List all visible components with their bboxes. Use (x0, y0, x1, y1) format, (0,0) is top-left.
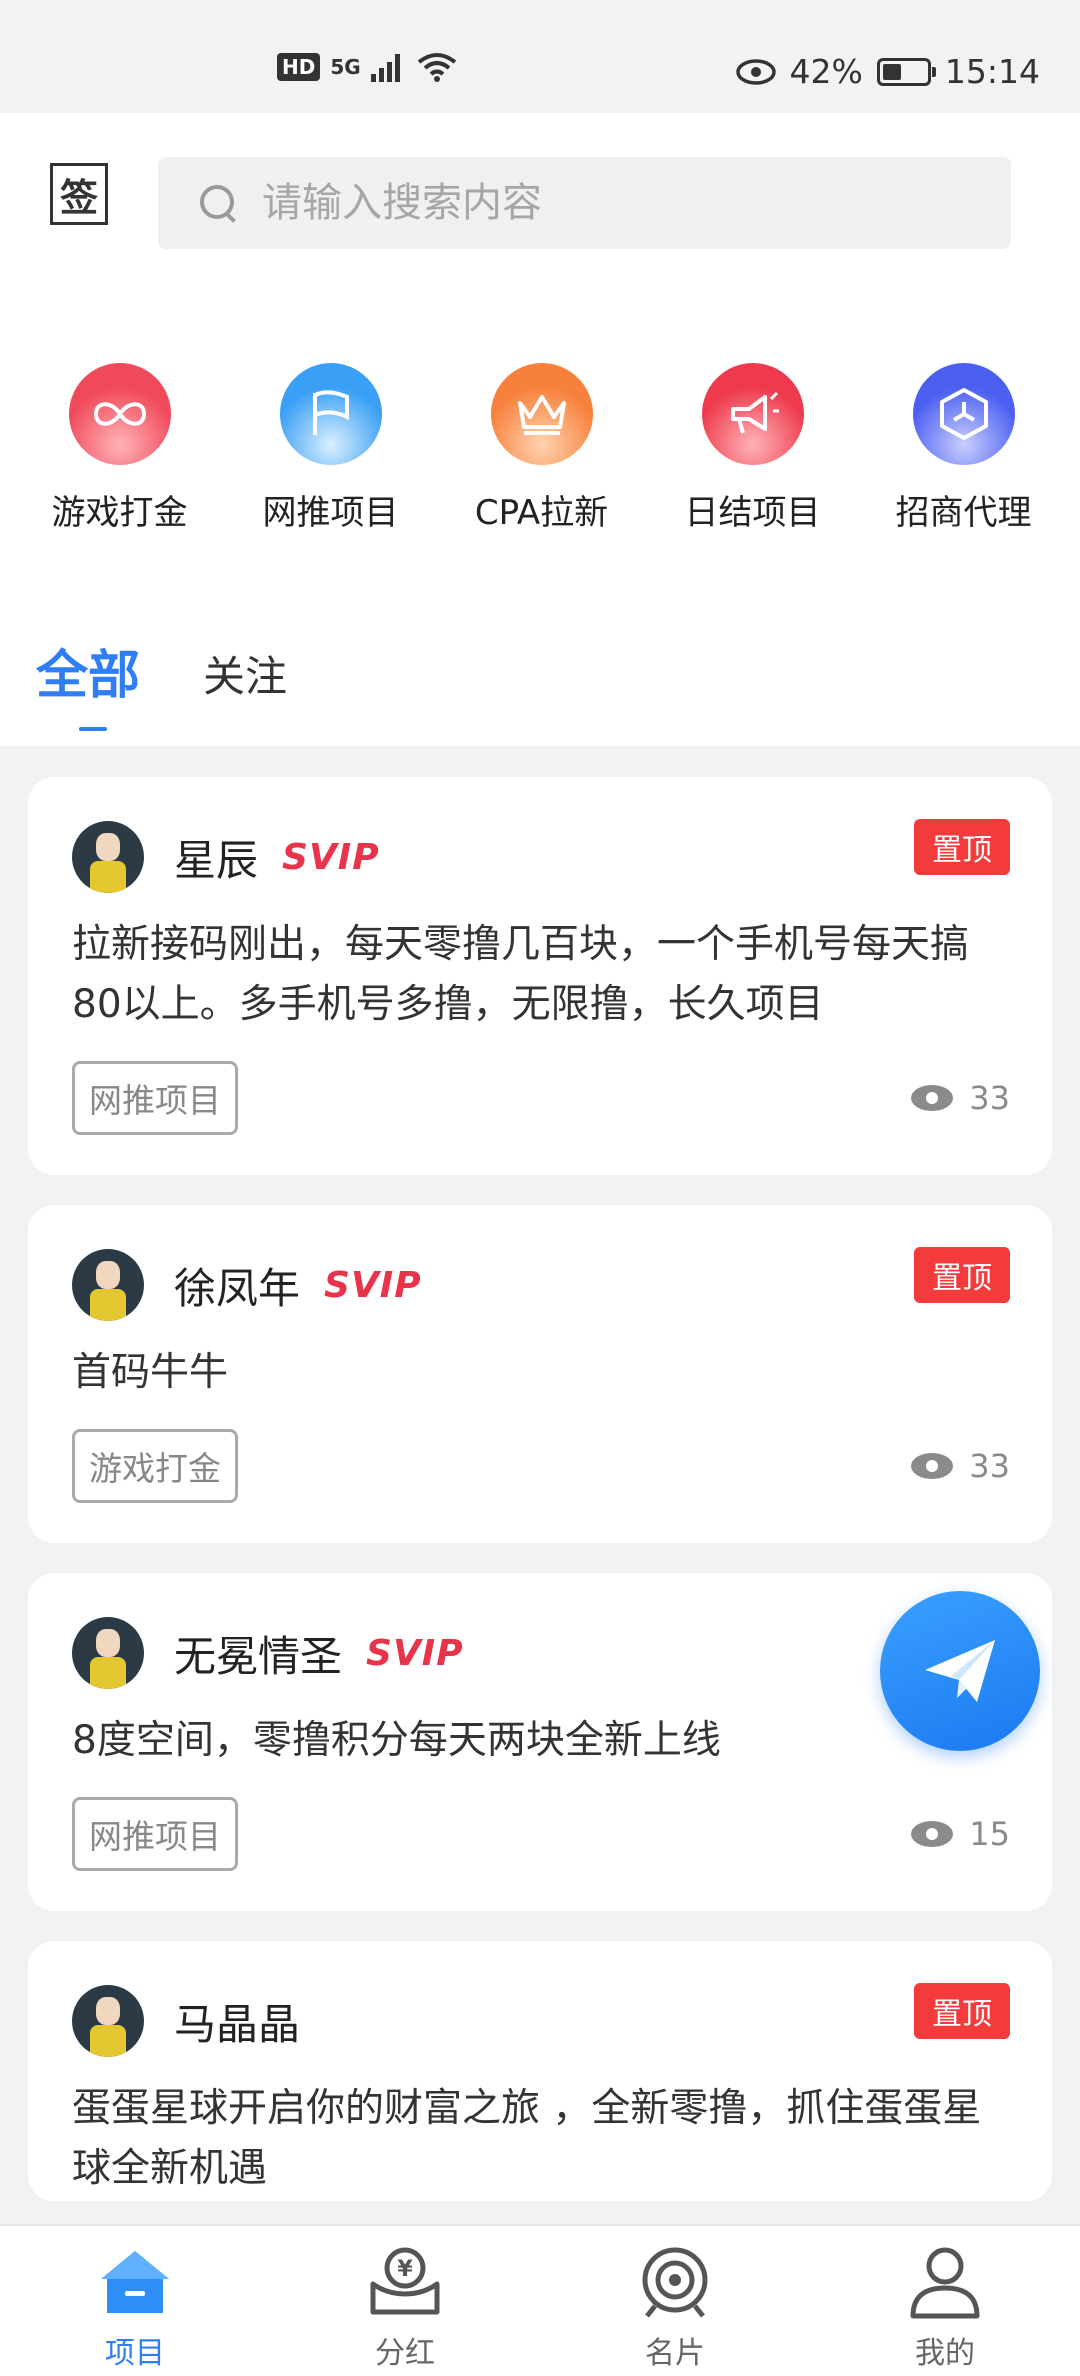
infinity-icon (93, 402, 146, 426)
post-text: 8度空间，零撸积分每天两块全新上线 (72, 1718, 721, 1763)
search-bar[interactable] (158, 157, 1011, 249)
search-input[interactable] (262, 180, 962, 226)
svip-badge: SVIP (366, 1632, 464, 1674)
category-game[interactable]: 游戏打金 (14, 363, 225, 534)
post-card[interactable]: 马晶晶 置顶 蛋蛋星球开启你的财富之旅 ，全新零撸，抓住蛋蛋星球全新机遇 (28, 1941, 1052, 2201)
post-text: 拉新接码刚出，每天零撸几百块，一个手机号每天搞80以上。多手机号多撸，无限撸，长… (72, 922, 970, 1027)
nav-mine[interactable]: 我的 (810, 2226, 1080, 2376)
nav-label: 项目 (105, 2336, 165, 2371)
card-icon (642, 2247, 708, 2318)
battery-level (882, 63, 901, 80)
nav-label: 我的 (915, 2336, 975, 2371)
category-label: 招商代理 (895, 493, 1032, 533)
category-circle (279, 363, 382, 465)
view-count-value: 33 (969, 1447, 1010, 1485)
eye-icon (911, 1085, 954, 1111)
status-left: HD 5G (277, 52, 457, 82)
view-count: 33 (911, 1447, 1010, 1485)
status-bar: HD 5G 42% 15:14 (0, 0, 1080, 113)
eye-icon (911, 1821, 954, 1847)
home-icon (101, 2251, 169, 2313)
profile-icon (910, 2247, 980, 2319)
post-feed: 星辰 SVIP 置顶 拉新接码刚出，每天零撸几百块，一个手机号每天搞80以上。多… (28, 777, 1052, 2231)
category-label: CPA拉新 (474, 493, 609, 533)
author-name: 马晶晶 (174, 1999, 301, 2049)
category-promotion[interactable]: 网推项目 (225, 363, 436, 534)
post-card[interactable]: 徐凤年 SVIP 置顶 首码牛牛 游戏打金 33 (28, 1205, 1052, 1543)
view-count-value: 15 (969, 1815, 1010, 1853)
hexagon-icon (939, 388, 988, 440)
eye-icon (911, 1453, 954, 1479)
category-circle (68, 363, 171, 465)
search-icon (198, 183, 238, 223)
tab-follow[interactable]: 关注 (203, 643, 287, 704)
flag-icon (312, 390, 349, 435)
svip-badge: SVIP (324, 1264, 422, 1306)
view-count: 15 (911, 1815, 1010, 1853)
post-card[interactable]: 星辰 SVIP 置顶 拉新接码刚出，每天零撸几百块，一个手机号每天搞80以上。多… (28, 777, 1052, 1175)
avatar[interactable] (72, 1249, 144, 1321)
avatar[interactable] (72, 1617, 144, 1689)
category-row: 游戏打金 网推项目 CPA拉新 日结项目 招商代理 (0, 363, 1080, 534)
view-count: 33 (911, 1079, 1010, 1117)
megaphone-icon (730, 391, 779, 434)
post-text: 首码牛牛 (72, 1350, 229, 1395)
battery-icon (876, 57, 936, 86)
nav-label: 名片 (645, 2336, 705, 2371)
sign-in-label: 签 (59, 175, 98, 220)
hd-badge: HD (277, 53, 321, 81)
tab-all[interactable]: 全部 (36, 633, 140, 708)
post-tag[interactable]: 网推项目 (72, 1797, 238, 1871)
nav-card[interactable]: 名片 (540, 2226, 810, 2376)
pinned-badge: 置顶 (914, 819, 1010, 875)
signal-icon (370, 54, 400, 82)
post-tag[interactable]: 游戏打金 (72, 1429, 238, 1503)
nav-dividend[interactable]: ¥ 分红 (270, 2226, 540, 2376)
category-label: 网推项目 (262, 493, 399, 533)
active-tab-indicator (79, 727, 107, 731)
avatar[interactable] (72, 1985, 144, 2057)
category-label: 游戏打金 (51, 493, 188, 533)
category-circle (490, 363, 593, 465)
view-count-value: 33 (969, 1079, 1010, 1117)
author-name: 徐凤年 (174, 1263, 301, 1313)
category-circle (912, 363, 1015, 465)
author-name: 星辰 (174, 835, 259, 885)
network-label: 5G (330, 55, 361, 79)
dividend-icon: ¥ (370, 2247, 440, 2315)
sign-in-button[interactable]: 签 (50, 163, 108, 225)
battery-percent: 42% (789, 52, 863, 91)
header: 签 游戏打金 网推项目 (0, 113, 1080, 746)
publish-button[interactable] (880, 1591, 1040, 1751)
post-text: 蛋蛋星球开启你的财富之旅 ，全新零撸，抓住蛋蛋星球全新机遇 (72, 2086, 982, 2191)
nav-projects[interactable]: 项目 (0, 2226, 270, 2376)
eye-comfort-icon (735, 58, 776, 85)
category-label: 日结项目 (684, 493, 821, 533)
crown-icon (517, 395, 566, 435)
pinned-badge: 置顶 (914, 1983, 1010, 2039)
paper-plane-icon (925, 1640, 995, 1702)
category-circle (701, 363, 804, 465)
category-agency[interactable]: 招商代理 (858, 363, 1069, 534)
bottom-nav: 项目 ¥ 分红 名片 我的 (0, 2224, 1080, 2376)
category-cpa[interactable]: CPA拉新 (436, 363, 647, 534)
clock: 15:14 (944, 52, 1040, 91)
svg-text:¥: ¥ (397, 2257, 413, 2282)
avatar[interactable] (72, 821, 144, 893)
svip-badge: SVIP (282, 836, 380, 878)
feed-tabs: 全部 关注 (0, 633, 1080, 746)
nav-label: 分红 (375, 2336, 435, 2371)
post-tag[interactable]: 网推项目 (72, 1061, 238, 1135)
category-daily[interactable]: 日结项目 (647, 363, 858, 534)
author-name: 无冕情圣 (174, 1631, 343, 1681)
pinned-badge: 置顶 (914, 1247, 1010, 1303)
status-right: 42% 15:14 (735, 52, 1040, 91)
wifi-icon (417, 53, 456, 82)
